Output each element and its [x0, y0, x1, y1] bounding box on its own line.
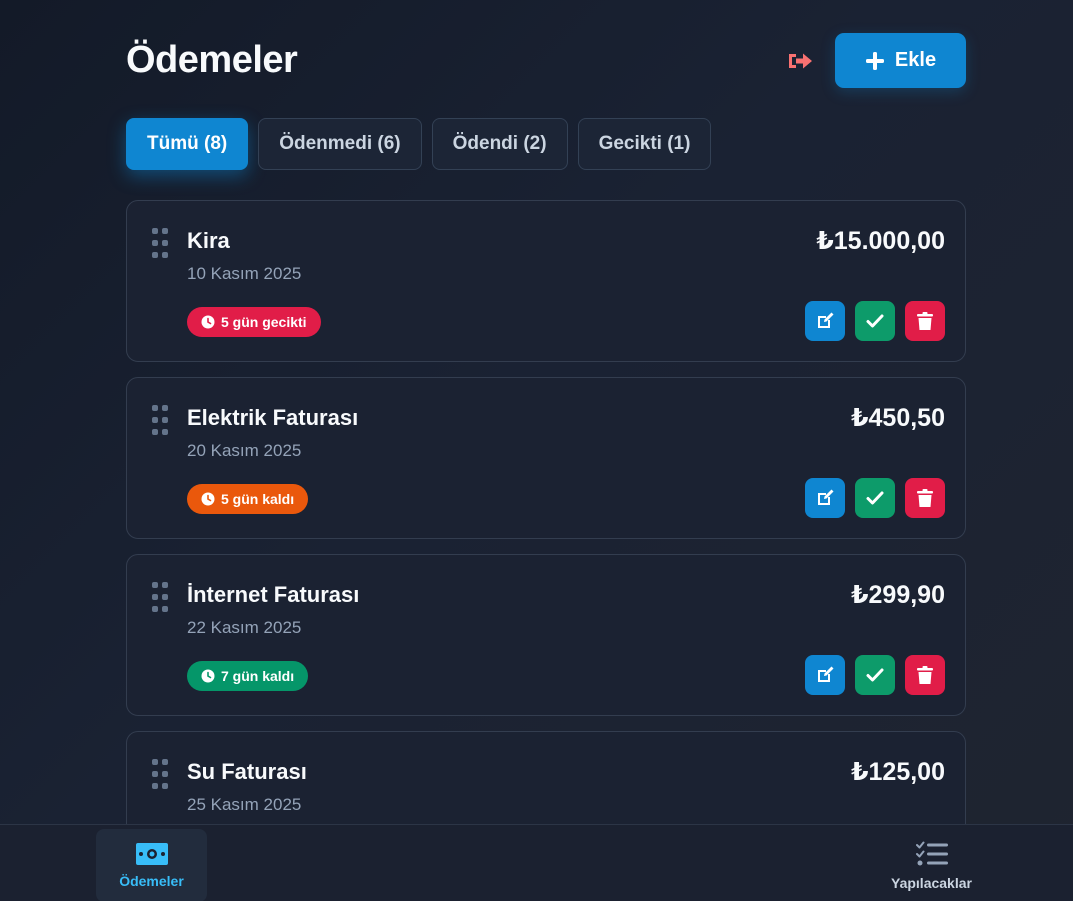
filter-tabs: Tümü (8) Ödenmedi (6) Ödendi (2) Gecikti…: [126, 118, 712, 170]
trash-icon: [917, 489, 933, 507]
payment-card: İnternet Faturası 22 Kasım 2025 ₺299,90 …: [126, 554, 966, 716]
payment-title: Kira: [187, 228, 230, 253]
mark-paid-button[interactable]: [855, 301, 895, 341]
payment-amount: ₺125,00: [851, 758, 945, 786]
payment-title: İnternet Faturası: [187, 582, 360, 607]
edit-icon: [818, 666, 834, 682]
payment-date: 22 Kasım 2025: [187, 618, 302, 637]
logout-icon[interactable]: [786, 50, 814, 72]
money-bill-icon: [135, 842, 168, 865]
header: Ödemeler Ekle: [126, 33, 966, 88]
payment-card: Kira 10 Kasım 2025 ₺15.000,00 5 gün geci…: [126, 200, 966, 362]
edit-icon: [818, 312, 834, 328]
status-badge: 7 gün kaldı: [187, 661, 309, 691]
card-actions: [805, 478, 945, 518]
check-icon: [866, 668, 884, 682]
checklist-icon: [915, 841, 948, 865]
status-badge: 5 gün gecikti: [187, 307, 321, 337]
add-button-label: Ekle: [894, 49, 937, 71]
payment-amount: ₺450,50: [851, 404, 945, 432]
payment-date: 25 Kasım 2025: [187, 795, 302, 814]
bottom-nav: Ödemeler Yapılacaklar: [0, 824, 1073, 901]
mark-paid-button[interactable]: [855, 655, 895, 695]
card-actions: [805, 655, 945, 695]
edit-button[interactable]: [805, 301, 845, 341]
payment-date: 20 Kasım 2025: [187, 441, 302, 460]
payment-title: Elektrik Faturası: [187, 405, 359, 430]
status-badge-label: 5 gün kaldı: [221, 491, 295, 507]
delete-button[interactable]: [905, 655, 945, 695]
trash-icon: [917, 312, 933, 330]
check-icon: [866, 314, 884, 328]
clock-icon: [201, 669, 215, 683]
payment-date: 10 Kasım 2025: [187, 264, 302, 283]
delete-button[interactable]: [905, 478, 945, 518]
tab-all[interactable]: Tümü (8): [126, 118, 249, 170]
edit-button[interactable]: [805, 478, 845, 518]
nav-todos[interactable]: Yapılacaklar: [876, 829, 987, 901]
clock-icon: [201, 315, 215, 329]
status-badge-label: 7 gün kaldı: [221, 668, 295, 684]
page-title: Ödemeler: [126, 39, 298, 81]
payment-card: Elektrik Faturası 20 Kasım 2025 ₺450,50 …: [126, 377, 966, 539]
add-button[interactable]: Ekle: [835, 33, 966, 88]
status-badge: 5 gün kaldı: [187, 484, 309, 514]
nav-todos-label: Yapılacaklar: [891, 874, 972, 891]
payment-title: Su Faturası: [187, 759, 307, 784]
drag-handle-icon[interactable]: [152, 759, 168, 789]
card-actions: [805, 301, 945, 341]
mark-paid-button[interactable]: [855, 478, 895, 518]
tab-overdue[interactable]: Gecikti (1): [577, 118, 712, 170]
nav-payments[interactable]: Ödemeler: [96, 829, 207, 901]
nav-payments-label: Ödemeler: [119, 872, 184, 889]
check-icon: [866, 491, 884, 505]
trash-icon: [917, 666, 933, 684]
drag-handle-icon[interactable]: [152, 405, 168, 435]
status-badge-label: 5 gün gecikti: [221, 314, 307, 330]
delete-button[interactable]: [905, 301, 945, 341]
tab-unpaid[interactable]: Ödenmedi (6): [258, 118, 422, 170]
clock-icon: [201, 492, 215, 506]
edit-button[interactable]: [805, 655, 845, 695]
payment-amount: ₺15.000,00: [816, 227, 945, 255]
payment-amount: ₺299,90: [851, 581, 945, 609]
drag-handle-icon[interactable]: [152, 582, 168, 612]
drag-handle-icon[interactable]: [152, 228, 168, 258]
plus-icon: [865, 51, 884, 70]
tab-paid[interactable]: Ödendi (2): [431, 118, 568, 170]
edit-icon: [818, 489, 834, 505]
